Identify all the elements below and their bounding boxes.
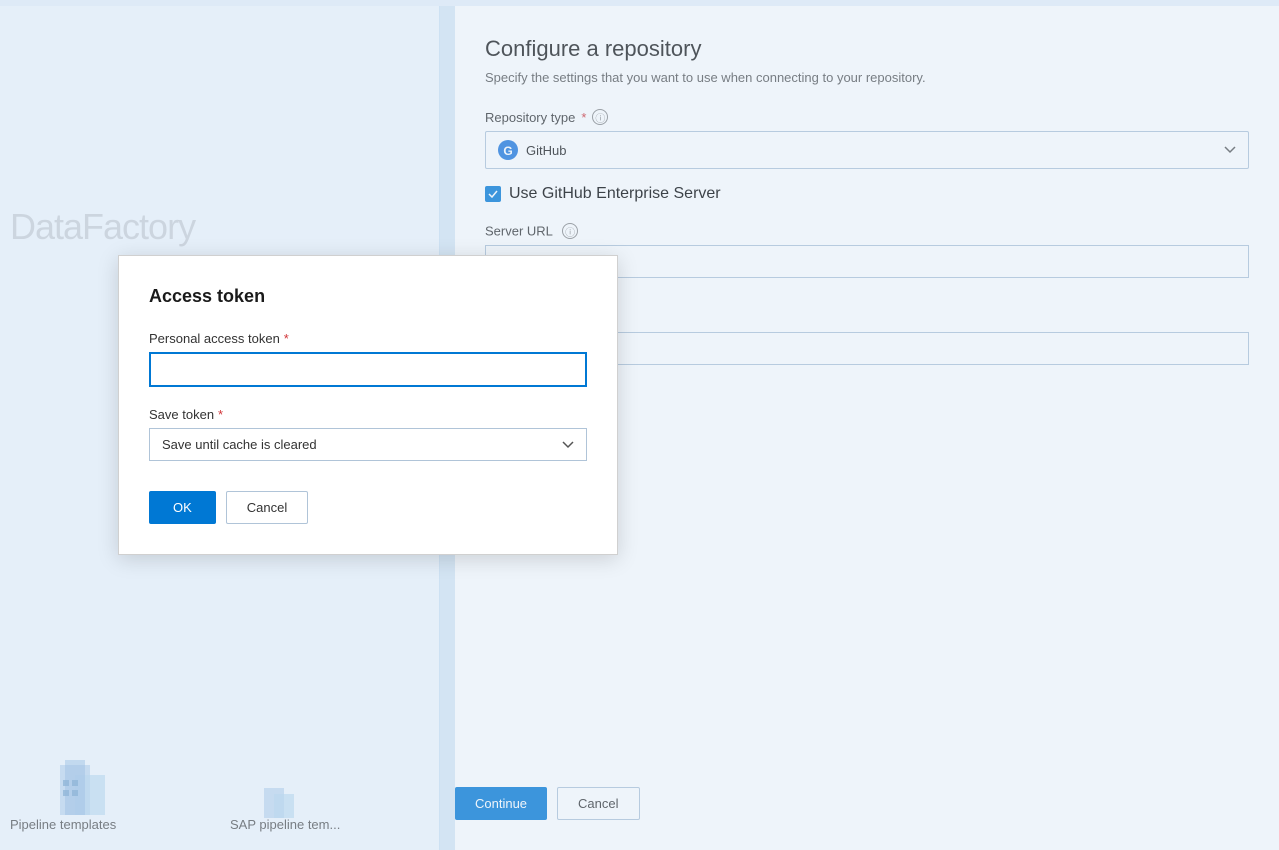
personal-token-input[interactable] (149, 352, 587, 387)
modal-title: Access token (149, 286, 587, 307)
cancel-button[interactable]: Cancel (226, 491, 308, 524)
modal-action-buttons: OK Cancel (149, 491, 587, 524)
save-token-chevron-icon (562, 441, 574, 449)
ok-button[interactable]: OK (149, 491, 216, 524)
personal-token-label: Personal access token (149, 331, 280, 346)
save-token-label: Save token (149, 407, 214, 422)
save-token-label-row: Save token * (149, 407, 587, 422)
save-token-value: Save until cache is cleared (162, 437, 317, 452)
save-token-select[interactable]: Save until cache is cleared (149, 428, 587, 461)
save-token-required: * (218, 407, 223, 422)
personal-token-label-row: Personal access token * (149, 331, 587, 346)
personal-token-required: * (284, 331, 289, 346)
access-token-modal: Access token Personal access token * Sav… (118, 255, 618, 555)
